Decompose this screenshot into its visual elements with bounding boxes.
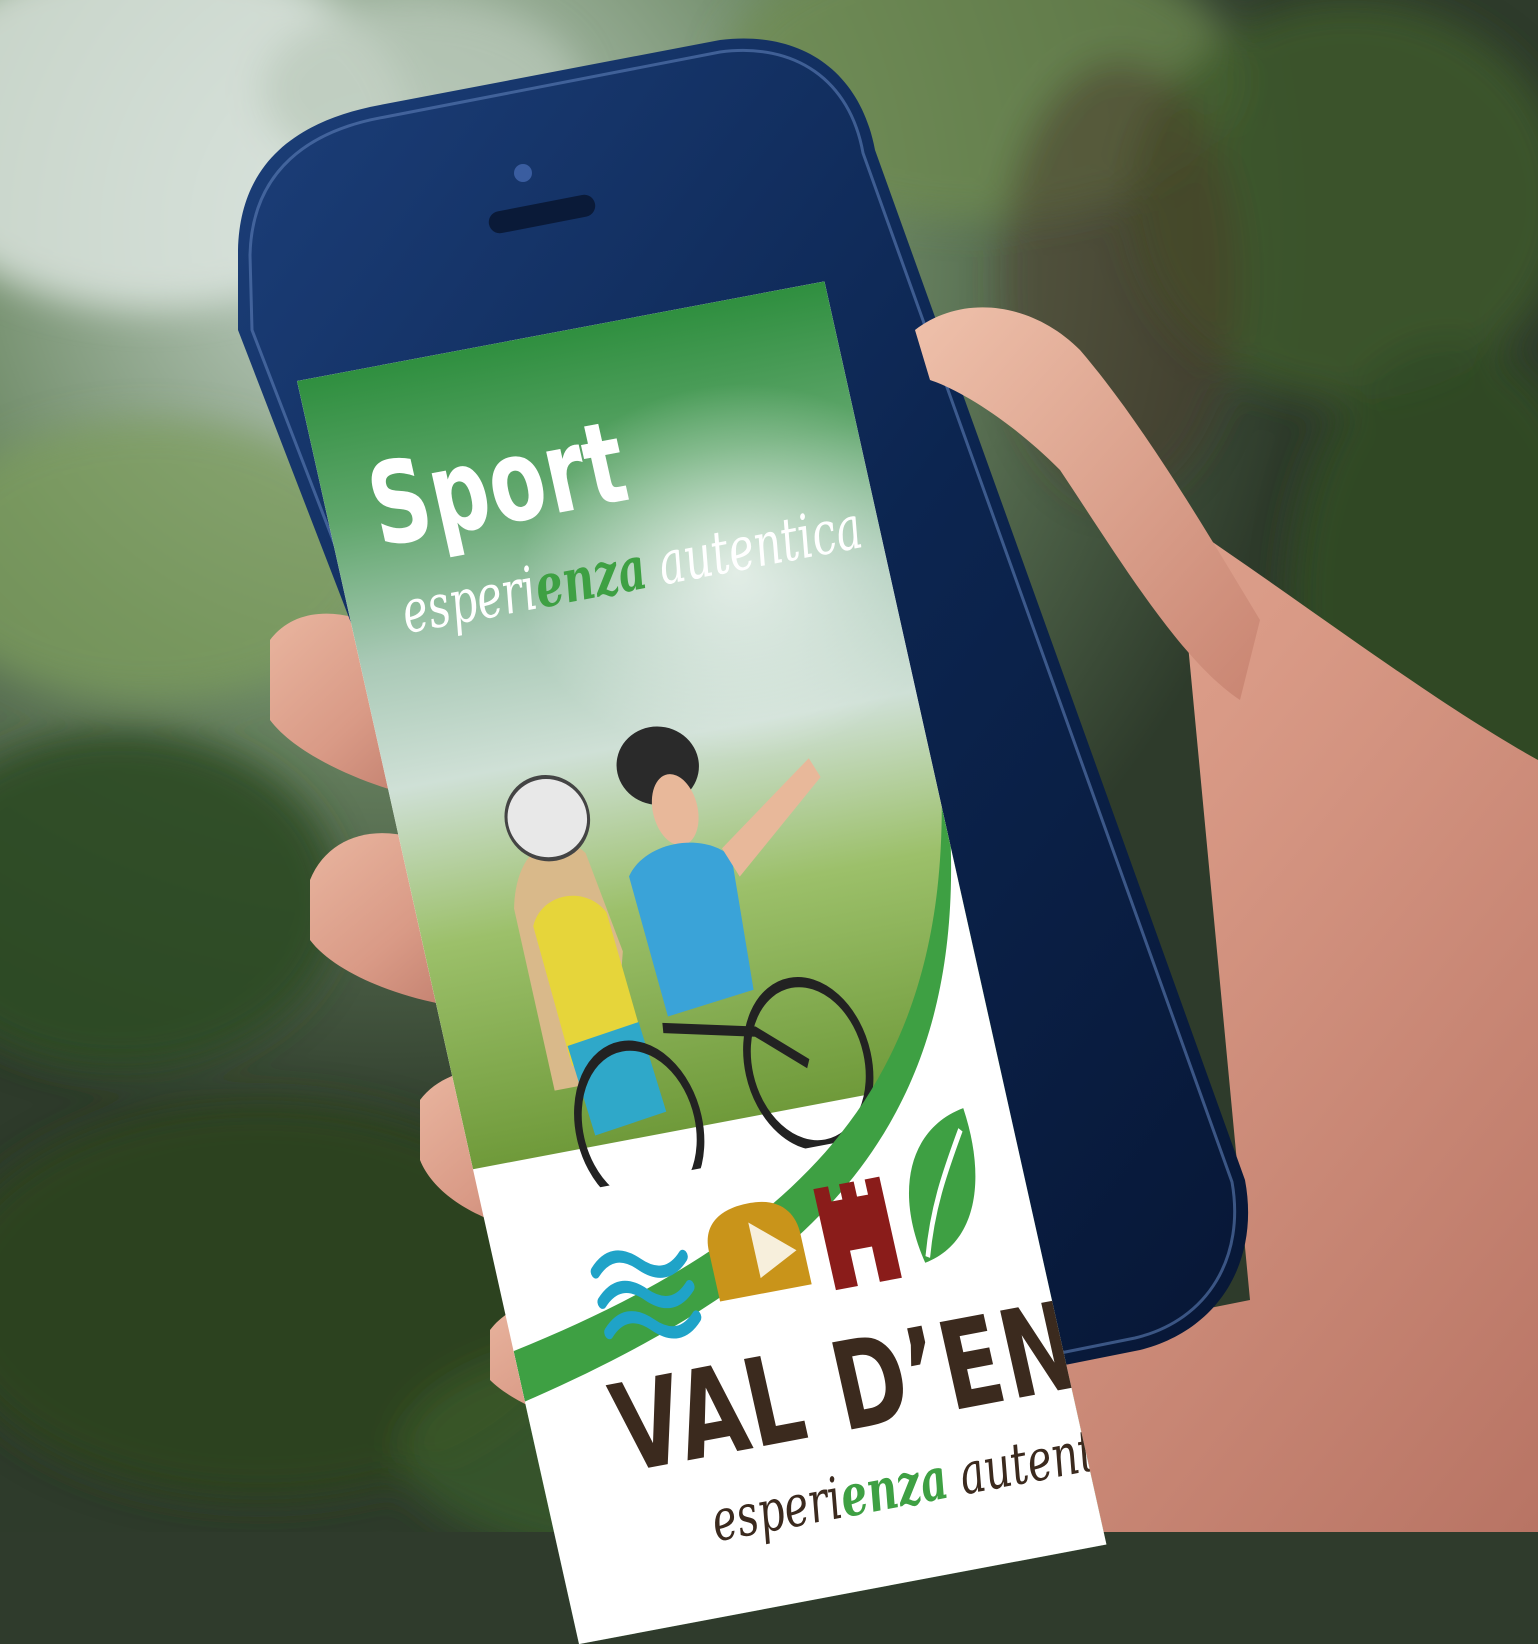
front-camera-icon	[514, 164, 532, 182]
